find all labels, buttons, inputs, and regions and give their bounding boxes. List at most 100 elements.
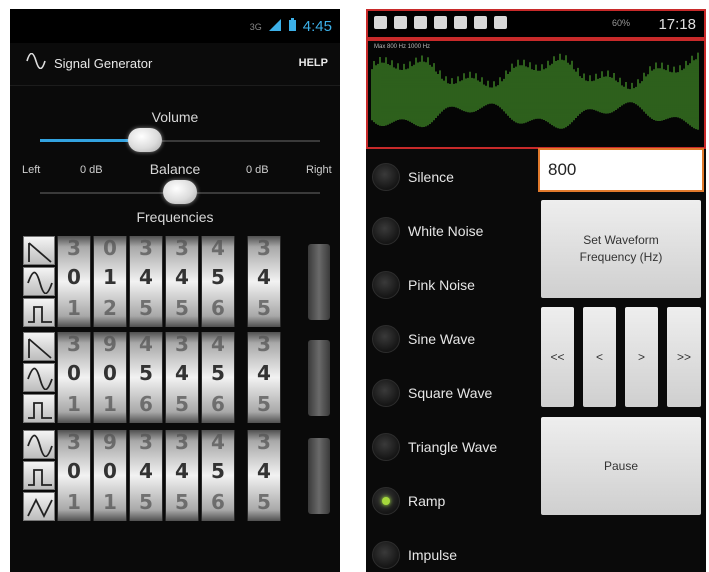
frequency-digit-wheel[interactable]: 3 4 5 — [129, 430, 163, 521]
status-clock: 4:45 — [302, 18, 332, 35]
waveform-selector-ramp-down[interactable] — [23, 332, 55, 361]
mode-option-ramp[interactable]: Ramp — [370, 475, 542, 527]
frequencies-label: Frequencies — [136, 209, 214, 225]
mode-option-triangle-wave[interactable]: Triangle Wave — [370, 421, 542, 473]
frequency-digit: 4 — [175, 361, 189, 385]
waveform-selector-square[interactable] — [23, 394, 55, 423]
frequency-digit-wheel[interactable]: 0 1 2 — [93, 236, 127, 327]
balance-label: Balance — [149, 161, 201, 177]
waveform-selector-sine[interactable] — [23, 267, 55, 296]
frequency-digit: 4 — [139, 459, 153, 483]
frequency-digit-wheel[interactable]: 4 5 6 — [201, 236, 235, 327]
frequency-digit-wheel[interactable]: 3 0 1 — [57, 236, 91, 327]
frequency-digit-wheel[interactable]: 4 5 6 — [129, 332, 163, 423]
mode-label: Pink Noise — [408, 277, 475, 293]
radio-button[interactable] — [372, 163, 400, 191]
frequency-digit: 1 — [103, 392, 117, 416]
oscilloscope-display: Max 800 Hz 1000 Hz — [366, 39, 706, 149]
waveform-selector-square[interactable] — [23, 461, 55, 490]
radio-button[interactable] — [372, 379, 400, 407]
frequency-digit: 4 — [175, 265, 189, 289]
waveform-selector-triangle[interactable] — [23, 492, 55, 521]
signal-icon — [268, 18, 282, 35]
waveform-selector-sine[interactable] — [23, 430, 55, 459]
radio-button[interactable] — [372, 433, 400, 461]
square-wave-icon — [28, 306, 52, 323]
step-fast-forward-button[interactable]: >> — [667, 307, 701, 407]
frequency-digit: 0 — [67, 265, 81, 289]
mode-label: White Noise — [408, 223, 484, 239]
step-fast-back-button[interactable]: << — [541, 307, 574, 407]
frequency-digit: 5 — [257, 392, 271, 416]
frequency-digit: 6 — [211, 392, 225, 416]
frequency-digit: 2 — [103, 296, 117, 320]
sine-wave-icon — [27, 434, 53, 457]
triangle-wave-icon — [27, 497, 53, 519]
square-wave-icon — [28, 469, 52, 486]
frequency-digit-wheel[interactable]: 3 4 5 — [165, 236, 199, 327]
radio-button[interactable] — [372, 325, 400, 353]
frequency-digit-wheel[interactable]: 3 4 5 — [247, 236, 281, 327]
mode-option-white-noise[interactable]: White Noise — [370, 205, 542, 257]
bank-enable-switch[interactable] — [308, 340, 330, 416]
volume-slider-thumb[interactable] — [127, 128, 162, 152]
balance-left-db: 0 dB — [80, 164, 103, 176]
frequency-digit-wheel[interactable]: 3 4 5 — [247, 430, 281, 521]
mode-option-impulse[interactable]: Impulse — [370, 529, 542, 572]
frequency-digit: 3 — [139, 430, 153, 454]
step-forward-label: > — [637, 350, 645, 364]
frequency-digit-wheel[interactable]: 3 4 5 — [129, 236, 163, 327]
frequency-digit-wheel[interactable]: 3 4 5 — [165, 430, 199, 521]
frequency-digit: 0 — [67, 459, 81, 483]
frequency-digit: 6 — [211, 296, 225, 320]
frequency-digit: 5 — [139, 361, 153, 385]
frequency-digit: 5 — [257, 296, 271, 320]
radio-button[interactable] — [372, 217, 400, 245]
radio-button[interactable] — [372, 487, 400, 515]
app-bar: Signal Generator HELP — [10, 43, 340, 86]
balance-slider-thumb[interactable] — [163, 180, 197, 204]
step-back-button[interactable]: < — [583, 307, 616, 407]
mode-option-pink-noise[interactable]: Pink Noise — [370, 259, 542, 311]
signal-generator-screen: 3G 4:45 Signal Generator HELP Volume Bal… — [10, 9, 340, 572]
bank-enable-switch[interactable] — [308, 244, 330, 320]
frequency-digit-wheel[interactable]: 9 0 1 — [93, 332, 127, 423]
frequency-input[interactable] — [538, 148, 704, 192]
frequency-digit: 5 — [257, 490, 271, 514]
frequency-digit-wheel[interactable]: 3 4 5 — [247, 332, 281, 423]
battery-icon — [288, 18, 297, 35]
frequency-digit-wheel[interactable]: 9 0 1 — [93, 430, 127, 521]
waveform-selector-sine[interactable] — [23, 363, 55, 392]
frequency-digit: 1 — [67, 392, 81, 416]
frequency-digit: 3 — [67, 430, 81, 454]
waveform-selector-ramp-down[interactable] — [23, 236, 55, 265]
plus-icon — [374, 16, 387, 29]
frequency-digit: 3 — [67, 236, 81, 260]
radio-button[interactable] — [372, 541, 400, 569]
frequency-digit-wheel[interactable]: 3 0 1 — [57, 332, 91, 423]
pause-button[interactable]: Pause — [541, 417, 701, 515]
mode-option-square-wave[interactable]: Square Wave — [370, 367, 542, 419]
frequency-digit: 1 — [103, 490, 117, 514]
waveform-trace — [371, 52, 699, 130]
mode-label: Impulse — [408, 547, 458, 563]
mail-icon — [414, 16, 427, 29]
mode-option-sine-wave[interactable]: Sine Wave — [370, 313, 542, 365]
waveform-selector-square[interactable] — [23, 298, 55, 327]
bank-enable-switch[interactable] — [308, 438, 330, 514]
frequency-digit-wheel[interactable]: 3 0 1 — [57, 430, 91, 521]
help-button[interactable]: HELP — [299, 57, 328, 69]
mode-option-silence[interactable]: Silence — [370, 151, 542, 203]
step-forward-button[interactable]: > — [625, 307, 658, 407]
frequency-digit-wheel[interactable]: 4 5 6 — [201, 430, 235, 521]
frequency-digit: 5 — [175, 490, 189, 514]
frequency-digit: 5 — [211, 459, 225, 483]
frequency-digit-wheel[interactable]: 3 4 5 — [165, 332, 199, 423]
frequency-digit: 4 — [139, 332, 153, 356]
frequency-digit-wheel[interactable]: 4 5 6 — [201, 332, 235, 423]
radio-button[interactable] — [372, 271, 400, 299]
frequency-digit: 1 — [67, 490, 81, 514]
set-frequency-button[interactable]: Set Waveform Frequency (Hz) — [541, 200, 701, 298]
frequency-digit: 3 — [257, 430, 271, 454]
status-bar-right: 60% 17:18 — [366, 9, 706, 39]
